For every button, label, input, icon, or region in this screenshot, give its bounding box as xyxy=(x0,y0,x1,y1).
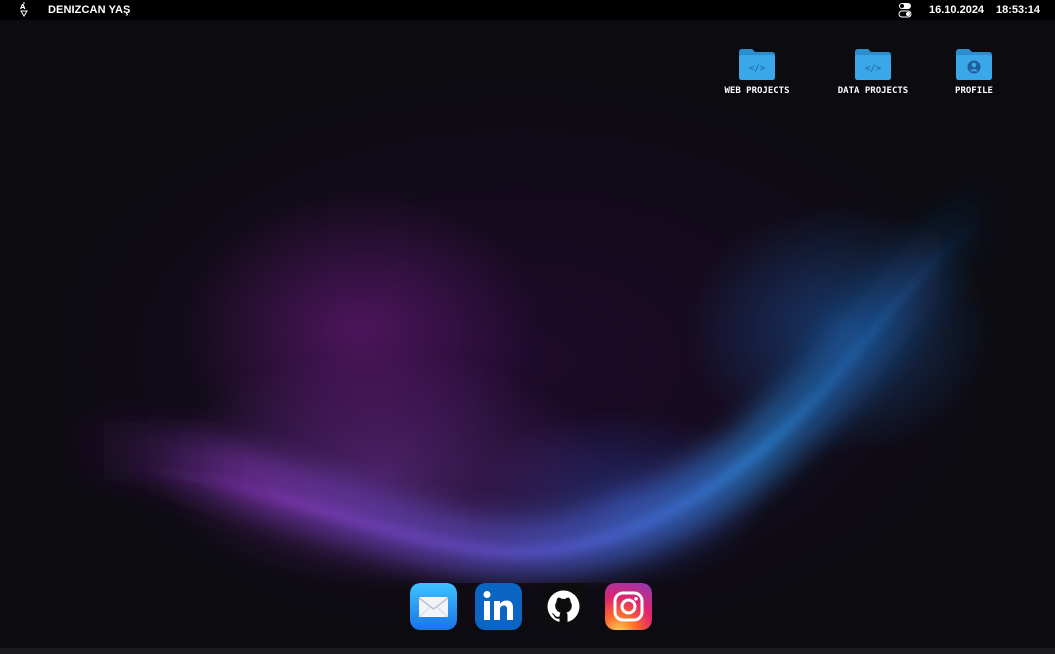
toggle-switch-icon[interactable] xyxy=(898,2,912,18)
svg-text:</>: </> xyxy=(749,64,766,74)
svg-text:A: A xyxy=(20,3,26,11)
desktop-icon-profile[interactable]: PROFILE xyxy=(948,46,1000,96)
desktop-icon-web-projects[interactable]: </> WEB PROJECTS xyxy=(718,46,796,96)
dock-app-mail[interactable] xyxy=(410,583,457,630)
mail-icon xyxy=(410,583,457,630)
desktop-icon-label: WEB PROJECTS xyxy=(724,86,790,96)
github-icon xyxy=(540,583,587,630)
desktop-icon-data-projects[interactable]: </> DATA PROJECTS xyxy=(832,46,914,96)
dock-app-github[interactable] xyxy=(540,583,587,630)
sort-arrows-icon[interactable]: A xyxy=(18,2,30,18)
desktop: A DENIZCAN YAŞ 16.10.2024 18:53:14 </> W… xyxy=(0,0,1055,654)
bottom-edge xyxy=(0,648,1055,654)
desktop-icon-label: PROFILE xyxy=(955,86,993,96)
linkedin-icon xyxy=(475,583,522,630)
top-menu-bar: A DENIZCAN YAŞ 16.10.2024 18:53:14 xyxy=(0,0,1055,20)
dock-app-instagram[interactable] xyxy=(605,583,652,630)
user-name[interactable]: DENIZCAN YAŞ xyxy=(48,4,131,16)
dock-app-linkedin[interactable] xyxy=(475,583,522,630)
user-folder-icon xyxy=(956,49,992,80)
desktop-icon-label: DATA PROJECTS xyxy=(837,86,909,96)
svg-text:</>: </> xyxy=(865,64,882,74)
instagram-icon xyxy=(605,583,652,630)
dock xyxy=(410,583,652,631)
wallpaper-wave xyxy=(57,182,1013,579)
code-folder-icon: </> xyxy=(739,49,775,80)
code-folder-icon: </> xyxy=(855,49,891,80)
clock-time: 18:53:14 xyxy=(996,4,1041,16)
clock-date: 16.10.2024 xyxy=(929,4,985,16)
